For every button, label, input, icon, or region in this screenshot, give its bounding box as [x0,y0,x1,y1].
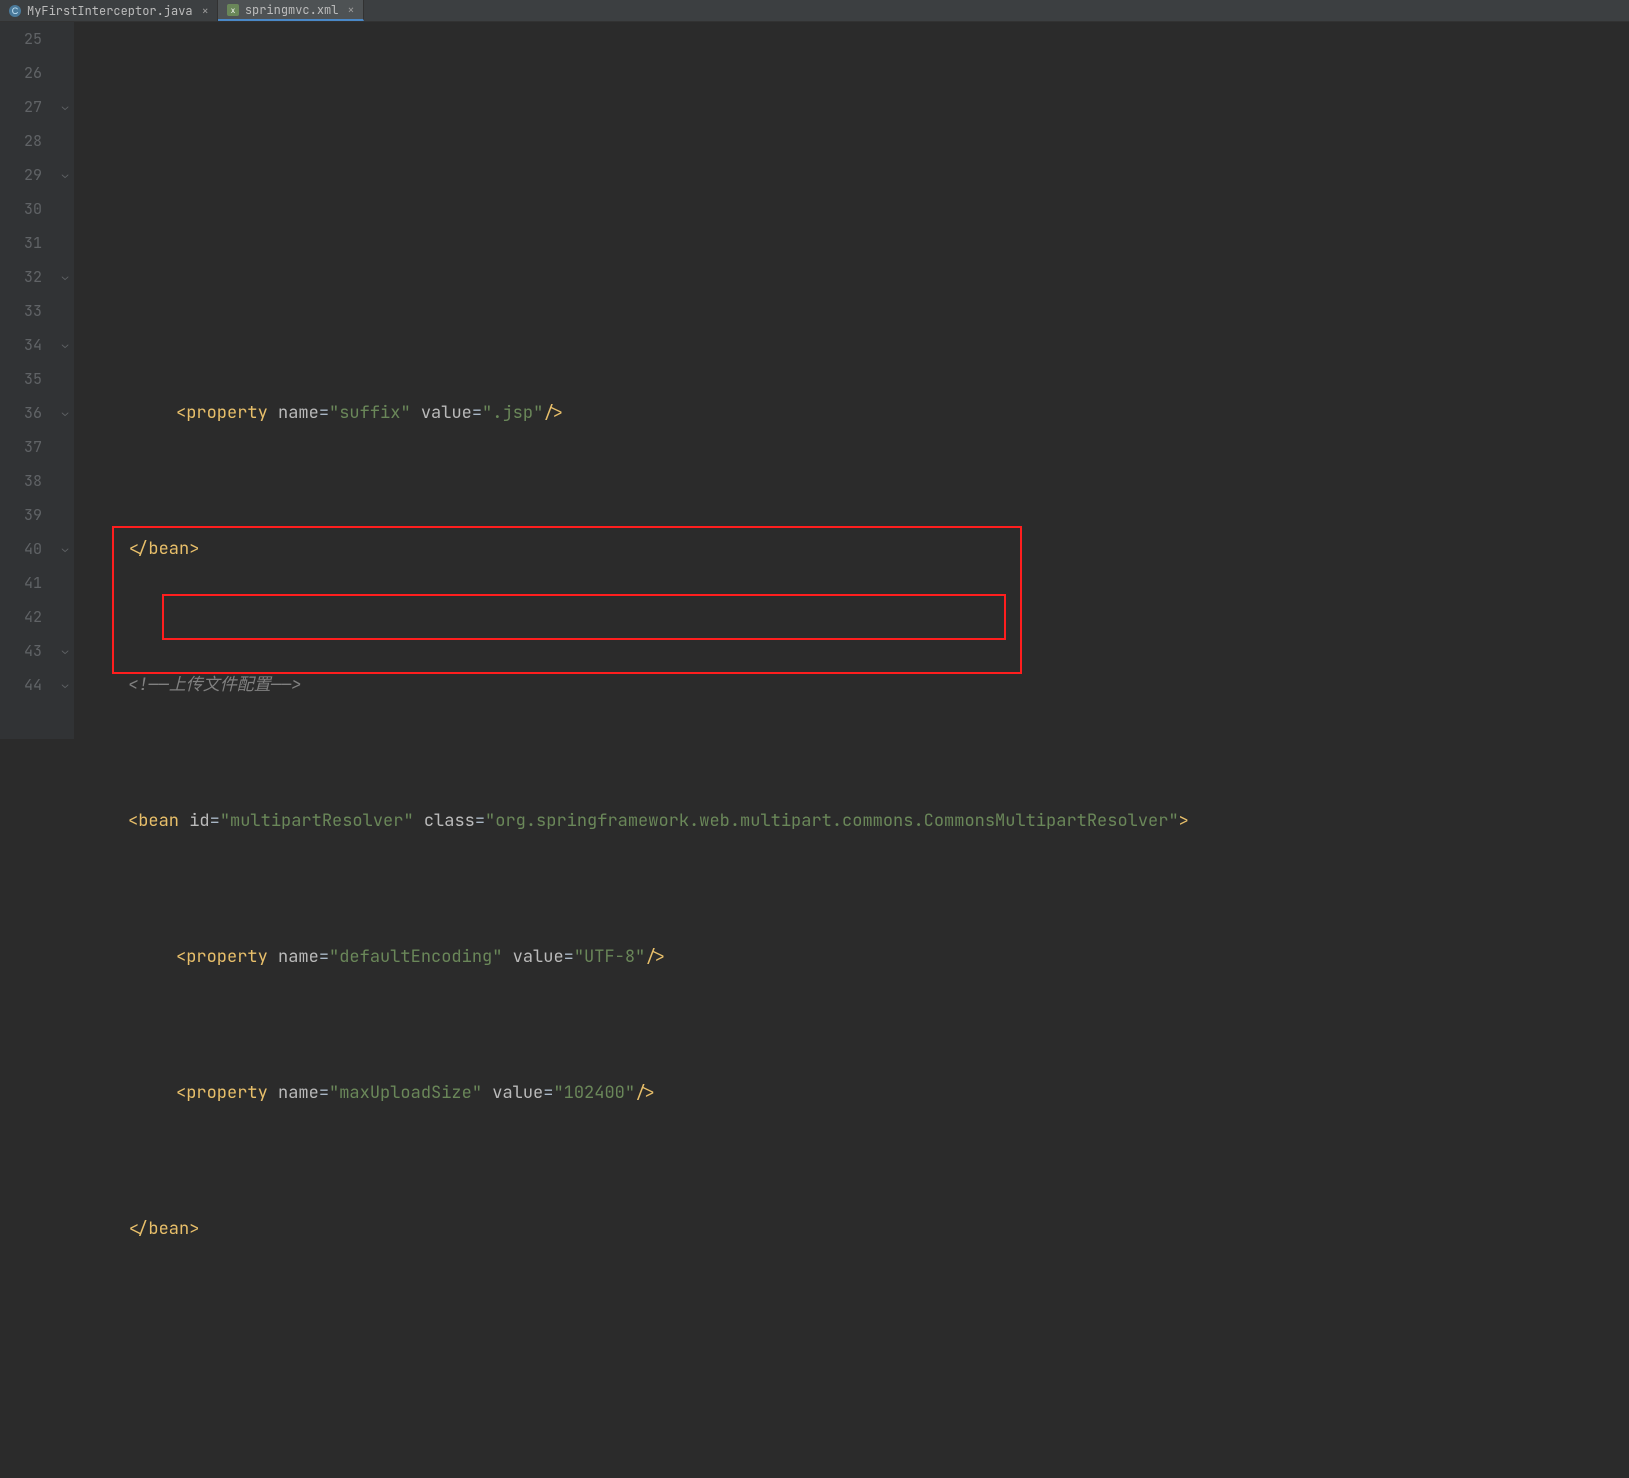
line-number: 39 [0,498,42,532]
annotation-box-inner [162,594,1006,640]
tab-springmvc[interactable]: x springmvc.xml × [218,0,364,21]
tab-label: MyFirstInterceptor.java [27,3,193,19]
line-number: 29 [0,158,42,192]
fold-marker[interactable] [56,192,74,226]
fold-marker[interactable] [56,566,74,600]
line-number: 33 [0,294,42,328]
close-icon[interactable]: × [202,3,209,19]
code-area[interactable]: <property name="suffix" value=".jsp"/> <… [74,22,1629,739]
editor-tabs: C MyFirstInterceptor.java × x springmvc.… [0,0,1629,22]
code-line: <property name="maxUploadSize" value="10… [80,1076,1629,1110]
line-number: 32 [0,260,42,294]
code-line: </bean> [80,532,1629,566]
line-number: 42 [0,600,42,634]
code-line: <property name="defaultEncoding" value="… [80,940,1629,974]
code-editor[interactable]: 2526272829303132333435363738394041424344… [0,22,1629,739]
fold-marker[interactable]: ⌄ [56,260,74,294]
line-number: 34 [0,328,42,362]
code-line: <property name="suffix" value=".jsp"/> [80,396,1629,430]
fold-marker[interactable] [56,498,74,532]
line-number: 37 [0,430,42,464]
fold-marker[interactable] [56,362,74,396]
line-number: 41 [0,566,42,600]
fold-gutter[interactable]: ⌄⌄⌄⌄⌄⌄⌄⌄ [56,22,74,739]
line-number: 27 [0,90,42,124]
fold-marker[interactable]: ⌄ [56,634,74,668]
java-class-icon: C [8,4,22,18]
fold-marker[interactable] [56,430,74,464]
line-number: 36 [0,396,42,430]
fold-marker[interactable]: ⌄ [56,328,74,362]
line-number: 44 [0,668,42,702]
line-number: 30 [0,192,42,226]
code-line [80,260,1629,294]
line-number: 35 [0,362,42,396]
fold-marker[interactable] [56,124,74,158]
fold-marker[interactable]: ⌄ [56,158,74,192]
tab-label: springmvc.xml [245,2,339,18]
line-number: 40 [0,532,42,566]
code-line: <bean id="multipartResolver" class="org.… [80,804,1629,838]
fold-marker[interactable] [56,600,74,634]
fold-marker[interactable]: ⌄ [56,396,74,430]
svg-text:x: x [231,6,235,15]
fold-marker[interactable]: ⌄ [56,532,74,566]
line-number: 38 [0,464,42,498]
line-number-gutter: 2526272829303132333435363738394041424344 [0,22,56,739]
fold-marker[interactable] [56,464,74,498]
line-number: 31 [0,226,42,260]
fold-marker[interactable]: ⌄ [56,668,74,702]
fold-marker[interactable] [56,22,74,56]
code-line: </bean> [80,1212,1629,1246]
line-number: 43 [0,634,42,668]
fold-marker[interactable] [56,226,74,260]
fold-marker[interactable] [56,56,74,90]
code-line [80,1348,1629,1382]
line-number: 25 [0,22,42,56]
tab-myfirstinterceptor[interactable]: C MyFirstInterceptor.java × [0,0,218,21]
code-line: <!——上传文件配置——> [80,668,1629,702]
fold-marker[interactable] [56,294,74,328]
fold-marker[interactable]: ⌄ [56,90,74,124]
close-icon[interactable]: × [347,2,354,18]
line-number: 26 [0,56,42,90]
svg-text:C: C [12,6,19,16]
xml-file-icon: x [226,3,240,17]
line-number: 28 [0,124,42,158]
